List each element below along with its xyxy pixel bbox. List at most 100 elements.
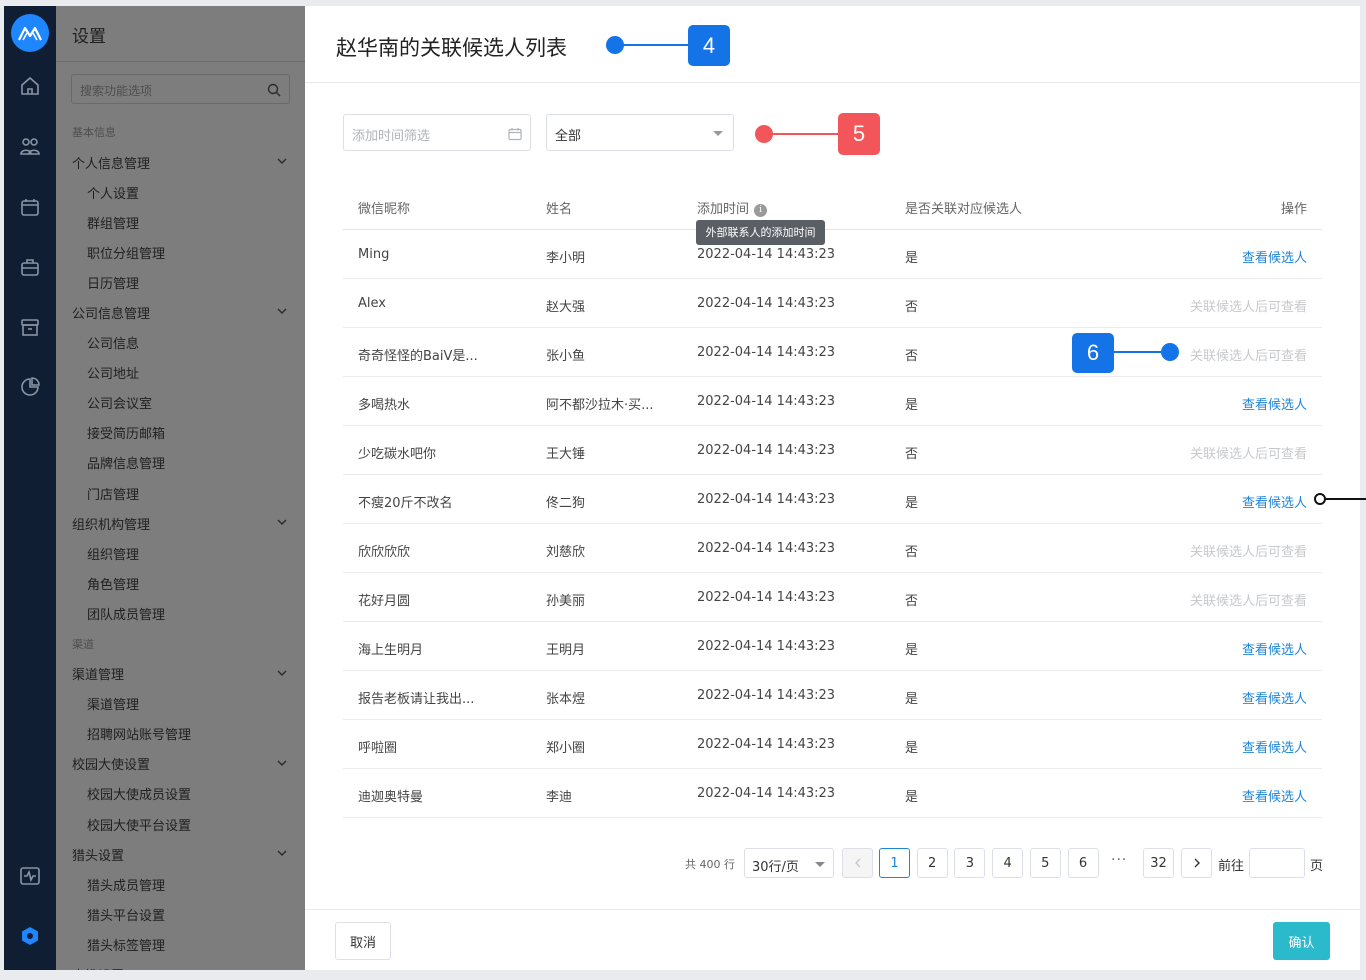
page-button[interactable]: 4 bbox=[992, 848, 1024, 878]
header-divider bbox=[305, 82, 1360, 83]
cell-add-time: 2022-04-14 14:43:23 bbox=[697, 247, 836, 262]
page-button[interactable]: 3 bbox=[954, 848, 986, 878]
archive-icon[interactable] bbox=[18, 315, 42, 339]
home-icon[interactable] bbox=[18, 74, 42, 98]
view-candidate-link[interactable]: 查看候选人 bbox=[1242, 394, 1307, 413]
chart-icon[interactable] bbox=[18, 375, 42, 399]
menu-group[interactable]: 渠道管理 bbox=[56, 659, 305, 689]
menu-group[interactable]: 猎头设置 bbox=[56, 839, 305, 869]
cell-linked: 否 bbox=[905, 300, 919, 315]
cell-wechat-nick: 奇奇怪怪的BaiV是... bbox=[358, 349, 478, 364]
col-wechat-nick: 微信昵称 bbox=[358, 202, 411, 217]
menu-item[interactable]: 日历管理 bbox=[56, 267, 305, 297]
link-status-select[interactable]: 全部 bbox=[546, 114, 734, 151]
table-row: 欣欣欣欣 刘慈欣 2022-04-14 14:43:23 否 关联候选人后可查看 bbox=[343, 524, 1322, 573]
menu-item[interactable]: 门店管理 bbox=[56, 478, 305, 508]
search-icon[interactable] bbox=[267, 82, 281, 97]
view-candidate-link[interactable]: 查看候选人 bbox=[1242, 688, 1307, 707]
page-button[interactable]: 6 bbox=[1067, 848, 1099, 878]
table-row: Alex 赵大强 2022-04-14 14:43:23 否 关联候选人后可查看 bbox=[343, 279, 1322, 328]
menu-item[interactable]: 接受简历邮箱 bbox=[56, 418, 305, 448]
menu-item[interactable]: 渠道管理 bbox=[56, 689, 305, 719]
menu-item[interactable]: 猎头成员管理 bbox=[56, 869, 305, 899]
menu-item[interactable]: 公司信息 bbox=[56, 328, 305, 358]
cell-add-time: 2022-04-14 14:43:23 bbox=[697, 786, 836, 801]
menu-item[interactable]: 个人设置 bbox=[56, 177, 305, 207]
menu-item[interactable]: 角色管理 bbox=[56, 568, 305, 598]
calendar-icon[interactable] bbox=[18, 195, 42, 219]
date-filter-placeholder: 添加时间筛选 bbox=[352, 129, 431, 144]
goto-page-input[interactable] bbox=[1249, 848, 1305, 878]
cell-name: 赵大强 bbox=[546, 300, 586, 315]
menu-label: 日历管理 bbox=[87, 276, 140, 292]
menu-label: 团队成员管理 bbox=[87, 607, 166, 623]
menu-group[interactable]: 组织机构管理 bbox=[56, 508, 305, 538]
users-icon[interactable] bbox=[18, 134, 42, 158]
app-logo-icon[interactable] bbox=[11, 14, 49, 52]
page-button-last[interactable]: 32 bbox=[1143, 848, 1174, 878]
pagination-ellipsis[interactable]: ··· bbox=[1111, 852, 1127, 868]
menu-label: 招聘网站账号管理 bbox=[87, 728, 192, 744]
view-candidate-link[interactable]: 查看候选人 bbox=[1242, 737, 1307, 756]
chevron-down-icon bbox=[277, 969, 287, 970]
table-row: Ming 李小明 2022-04-14 14:43:23 是 查看候选人 bbox=[343, 230, 1322, 279]
chevron-down-icon bbox=[277, 760, 287, 766]
menu-item[interactable]: 猎头标签管理 bbox=[56, 929, 305, 959]
menu-item[interactable]: 群组管理 bbox=[56, 207, 305, 237]
menu-group[interactable]: 校园大使设置 bbox=[56, 749, 305, 779]
menu-group[interactable]: 个人信息管理 bbox=[56, 147, 305, 177]
view-candidate-link[interactable]: 查看候选人 bbox=[1242, 247, 1307, 266]
menu-item[interactable]: 团队成员管理 bbox=[56, 598, 305, 628]
cell-name: 张本煜 bbox=[546, 692, 586, 707]
menu-item[interactable]: 公司地址 bbox=[56, 358, 305, 388]
menu-item[interactable]: 组织管理 bbox=[56, 538, 305, 568]
menu-item[interactable]: 校园大使平台设置 bbox=[56, 809, 305, 839]
chevron-down-icon bbox=[277, 850, 287, 857]
briefcase-icon[interactable] bbox=[18, 255, 42, 279]
page-size-select[interactable]: 30行/页 bbox=[744, 848, 834, 878]
next-page-button[interactable] bbox=[1181, 848, 1212, 878]
sidebar-search-input[interactable]: 搜索功能选项 bbox=[71, 74, 290, 104]
menu-item[interactable]: 猎头平台设置 bbox=[56, 899, 305, 929]
settings-icon[interactable] bbox=[18, 924, 42, 948]
view-candidate-disabled: 关联候选人后可查看 bbox=[1189, 300, 1307, 315]
page-button[interactable]: 2 bbox=[916, 848, 948, 878]
cell-linked: 是 bbox=[905, 741, 919, 756]
cancel-button[interactable]: 取消 bbox=[335, 922, 391, 960]
cell-name: 王大锤 bbox=[546, 447, 586, 462]
confirm-button[interactable]: 确认 bbox=[1273, 922, 1330, 960]
view-candidate-link[interactable]: 查看候选人 bbox=[1242, 639, 1307, 658]
info-icon[interactable]: i bbox=[754, 204, 768, 217]
menu-item[interactable]: 公司会议室 bbox=[56, 388, 305, 418]
cell-wechat-nick: 多喝热水 bbox=[358, 398, 411, 413]
menu-group[interactable]: 公司信息管理 bbox=[56, 297, 305, 327]
prev-page-button[interactable] bbox=[842, 848, 873, 878]
cell-linked: 否 bbox=[905, 447, 919, 462]
menu-item[interactable]: 职位分组管理 bbox=[56, 237, 305, 267]
cell-wechat-nick: 报告老板请让我出... bbox=[358, 692, 475, 707]
footer-divider bbox=[305, 909, 1360, 910]
table-row: 报告老板请让我出... 张本煜 2022-04-14 14:43:23 是 查看候选人 bbox=[343, 671, 1322, 720]
cell-add-time: 2022-04-14 14:43:23 bbox=[697, 688, 836, 703]
menu-label: 组织管理 bbox=[87, 547, 140, 563]
menu-label: 职位分组管理 bbox=[87, 246, 166, 262]
menu-item[interactable]: 品牌信息管理 bbox=[56, 448, 305, 478]
annotation-4-line bbox=[620, 44, 690, 46]
table-header: 微信昵称 姓名 添加时间 i 是否关联对应候选人 操作 bbox=[343, 188, 1322, 230]
page-button[interactable]: 5 bbox=[1029, 848, 1061, 878]
date-filter-input[interactable]: 添加时间筛选 bbox=[343, 114, 531, 151]
menu-group[interactable]: 内推设置 bbox=[56, 959, 305, 970]
activity-icon[interactable] bbox=[18, 864, 42, 888]
view-candidate-link[interactable]: 查看候选人 bbox=[1242, 492, 1307, 511]
menu-item[interactable]: 招聘网站账号管理 bbox=[56, 719, 305, 749]
cell-add-time: 2022-04-14 14:43:23 bbox=[697, 443, 836, 458]
menu-label: 校园大使平台设置 bbox=[87, 818, 192, 834]
chevron-down-icon bbox=[277, 158, 287, 164]
view-candidate-link[interactable]: 查看候选人 bbox=[1242, 786, 1307, 805]
total-count: 共 400 行 bbox=[685, 858, 735, 871]
menu-item[interactable]: 校园大使成员设置 bbox=[56, 779, 305, 809]
cell-name: 佟二狗 bbox=[546, 496, 586, 511]
table-row: 迪迦奥特曼 李迪 2022-04-14 14:43:23 是 查看候选人 bbox=[343, 769, 1322, 818]
cell-name: 张小鱼 bbox=[546, 349, 586, 364]
page-button[interactable]: 1 bbox=[879, 848, 910, 878]
